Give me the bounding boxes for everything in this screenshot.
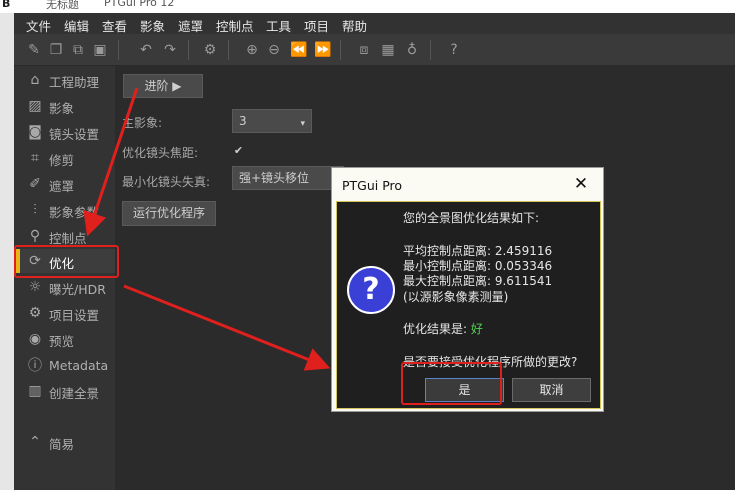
arrow-to-optimize xyxy=(83,87,139,237)
arrow-to-dialog xyxy=(123,284,331,371)
annotation-arrows xyxy=(83,87,331,371)
